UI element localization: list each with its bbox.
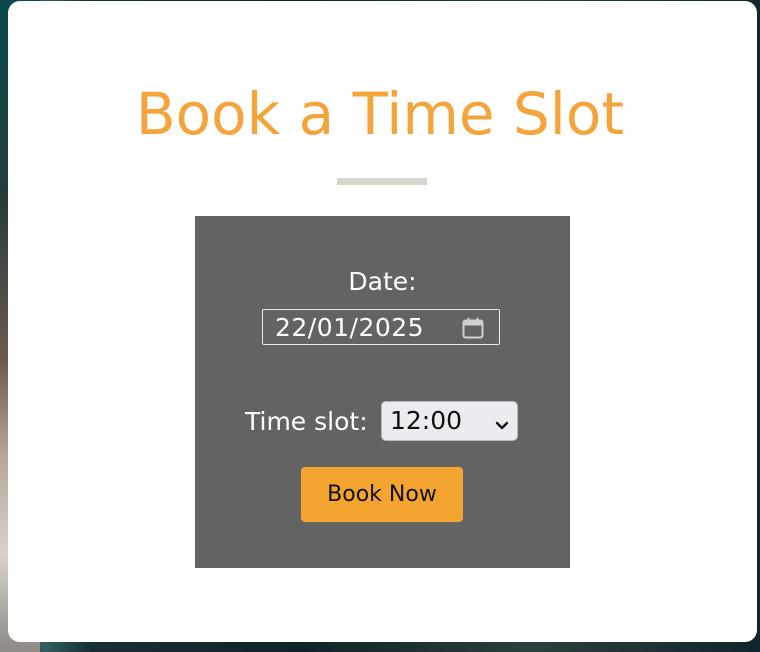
date-label: Date: xyxy=(348,267,417,296)
calendar-icon[interactable] xyxy=(461,316,485,340)
page-title: Book a Time Slot xyxy=(135,80,625,148)
date-value: 22/01/2025 xyxy=(275,313,425,342)
time-slot-value: 12:00 xyxy=(390,406,463,435)
time-slot-select[interactable]: 12:00 xyxy=(381,401,518,441)
time-slot-label: Time slot: xyxy=(245,407,368,436)
chevron-down-icon xyxy=(495,416,509,430)
title-divider xyxy=(337,178,427,185)
date-input[interactable]: 22/01/2025 xyxy=(262,309,500,345)
book-now-button[interactable]: Book Now xyxy=(301,467,463,522)
